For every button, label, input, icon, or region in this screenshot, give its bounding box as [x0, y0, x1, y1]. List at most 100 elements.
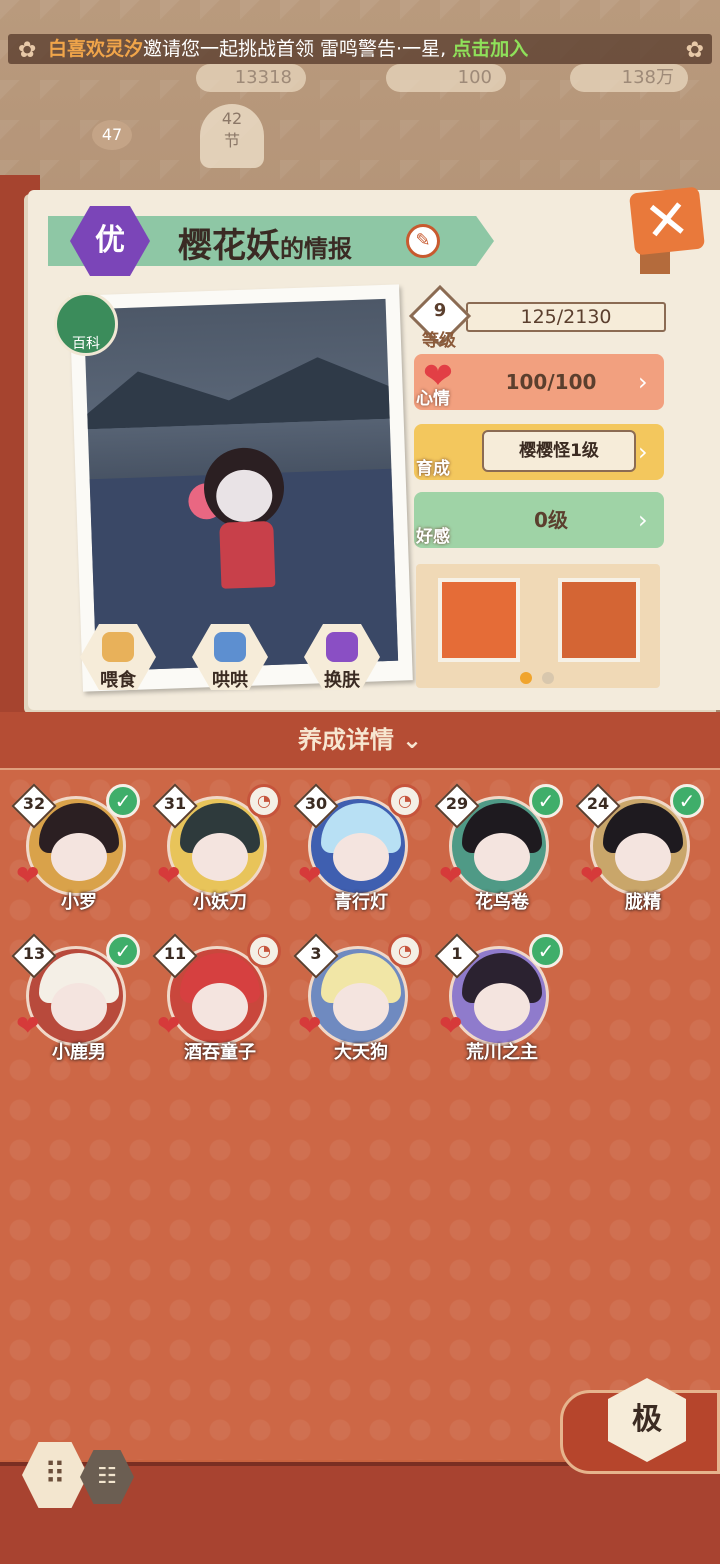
favor-row[interactable]: 好感 0级 › [414, 492, 664, 548]
heart-icon: ❤ [439, 859, 463, 892]
fan-ornament: 42 节 [200, 104, 264, 168]
heart-icon: ❤ [298, 859, 322, 892]
portrait-face [192, 983, 248, 1031]
shikigami-name: 樱花妖 [178, 226, 280, 266]
chat-bubble-icon: ◔ [247, 934, 281, 968]
character-name: 大天狗 [334, 1042, 388, 1063]
character-sprite[interactable] [186, 440, 301, 594]
portrait-face [615, 833, 671, 881]
character-card[interactable]: 32 ✓ ❤ 小罗 [11, 783, 144, 914]
train-label: 育成 [416, 459, 450, 479]
character-name: 荒川之主 [466, 1042, 538, 1063]
character-name: 小妖刀 [193, 892, 247, 913]
encyclopedia-button[interactable]: 百科 [54, 292, 118, 356]
exp-bar: 125/2130 [466, 302, 666, 332]
background-hills [84, 337, 398, 430]
level-label: 等级 [422, 331, 456, 351]
character-level: 3 [310, 944, 322, 963]
marquee-player: 白喜欢灵汐 [48, 38, 144, 60]
gift-carousel[interactable] [416, 564, 660, 688]
marquee-message: 邀请您一起挑战首领 雷鸣警告·一星, [143, 38, 447, 60]
character-name: 小罗 [61, 892, 97, 913]
portrait-face [333, 833, 389, 881]
character-level: 32 [22, 794, 46, 813]
character-name: 胧精 [625, 892, 661, 913]
resource-1: 13318 [196, 64, 306, 92]
carousel-dot [542, 672, 554, 684]
training-details-toggle[interactable]: 养成详情 ⌄ [0, 712, 720, 771]
portrait-face [474, 983, 530, 1031]
mood-value: 100/100 [505, 370, 597, 394]
favor-value: 0级 [534, 508, 568, 532]
check-icon: ✓ [106, 934, 140, 968]
character-level: 24 [586, 794, 610, 813]
check-icon: ✓ [529, 784, 563, 818]
character-level: 30 [304, 794, 328, 813]
character-level: 29 [445, 794, 469, 813]
chat-bubble-icon: ◔ [388, 784, 422, 818]
check-icon: ✓ [670, 784, 704, 818]
chat-bubble-icon: ◔ [247, 784, 281, 818]
milk-icon [214, 632, 246, 662]
character-card[interactable]: 29 ✓ ❤ 花鸟卷 [434, 783, 567, 914]
flower-icon: ✿ [685, 38, 704, 63]
chevron-right-icon: › [638, 368, 648, 396]
fan-number: 42 [221, 109, 243, 128]
character-card[interactable]: 30 ◔ ❤ 青行灯 [293, 783, 426, 914]
portrait-face [51, 833, 107, 881]
player-level: 47 [92, 120, 132, 150]
invite-marquee[interactable]: ✿ 白喜欢灵汐邀请您一起挑战首领 雷鸣警告·一星, 点击加入 ✿ [8, 34, 712, 64]
flower-icon: ✿ [18, 38, 37, 63]
character-level: 13 [22, 944, 46, 963]
check-icon: ✓ [529, 934, 563, 968]
rename-button[interactable]: ✎ [406, 224, 440, 258]
resource-3: 138万 [570, 64, 688, 92]
bowl-icon [102, 632, 134, 662]
character-card[interactable]: 13 ✓ ❤ 小鹿男 [11, 933, 144, 1064]
heart-icon: ❤ [580, 859, 604, 892]
character-name: 花鸟卷 [475, 892, 529, 913]
character-level: 11 [163, 944, 187, 963]
chevron-right-icon: › [638, 438, 648, 466]
character-level: 31 [163, 794, 187, 813]
heart-icon: ❤ [16, 859, 40, 892]
portrait-face [51, 983, 107, 1031]
heart-icon: ❤ [439, 1009, 463, 1042]
heart-icon: ❤ [157, 859, 181, 892]
chevron-down-icon: ⌄ [401, 726, 423, 754]
portrait-face [474, 833, 530, 881]
toy-gift-icon[interactable] [558, 578, 640, 662]
close-button[interactable]: ✕ [628, 186, 706, 256]
check-icon: ✓ [106, 784, 140, 818]
training-details-title: 养成详情 [297, 726, 394, 754]
heart-icon: ❤ [298, 1009, 322, 1042]
level-value: 9 [433, 300, 447, 321]
favor-label: 好感 [416, 527, 450, 547]
portrait-face [333, 983, 389, 1031]
heart-icon: ❤ [16, 1009, 40, 1042]
character-name: 小鹿男 [52, 1042, 106, 1063]
character-card[interactable]: 11 ◔ ❤ 酒吞童子 [152, 933, 285, 1064]
mystery-gift-icon[interactable] [438, 578, 520, 662]
character-card[interactable]: 1 ✓ ❤ 荒川之主 [434, 933, 567, 1064]
resource-2: 100 [386, 64, 506, 92]
carousel-dot-active [520, 672, 532, 684]
heart-icon: ❤ [157, 1009, 181, 1042]
character-name: 酒吞童子 [184, 1042, 256, 1063]
portrait-face [192, 833, 248, 881]
character-card[interactable]: 31 ◔ ❤ 小妖刀 [152, 783, 285, 914]
mood-row[interactable]: ❤ 心情 100/100 › [414, 354, 664, 410]
portrait-photo [83, 298, 399, 672]
character-level: 1 [451, 944, 463, 963]
character-body [219, 520, 276, 589]
character-card[interactable]: 3 ◔ ❤ 大天狗 [293, 933, 426, 1064]
chevron-right-icon: › [638, 506, 648, 534]
fan-label: 节 [223, 131, 240, 150]
title-suffix: 的情报 [280, 234, 352, 263]
page-title: 樱花妖的情报 [178, 218, 352, 267]
marquee-join-link[interactable]: 点击加入 [452, 38, 528, 60]
character-name: 青行灯 [334, 892, 388, 913]
chat-bubble-icon: ◔ [388, 934, 422, 968]
kimono-icon [326, 632, 358, 662]
character-card[interactable]: 24 ✓ ❤ 胧精 [575, 783, 708, 914]
